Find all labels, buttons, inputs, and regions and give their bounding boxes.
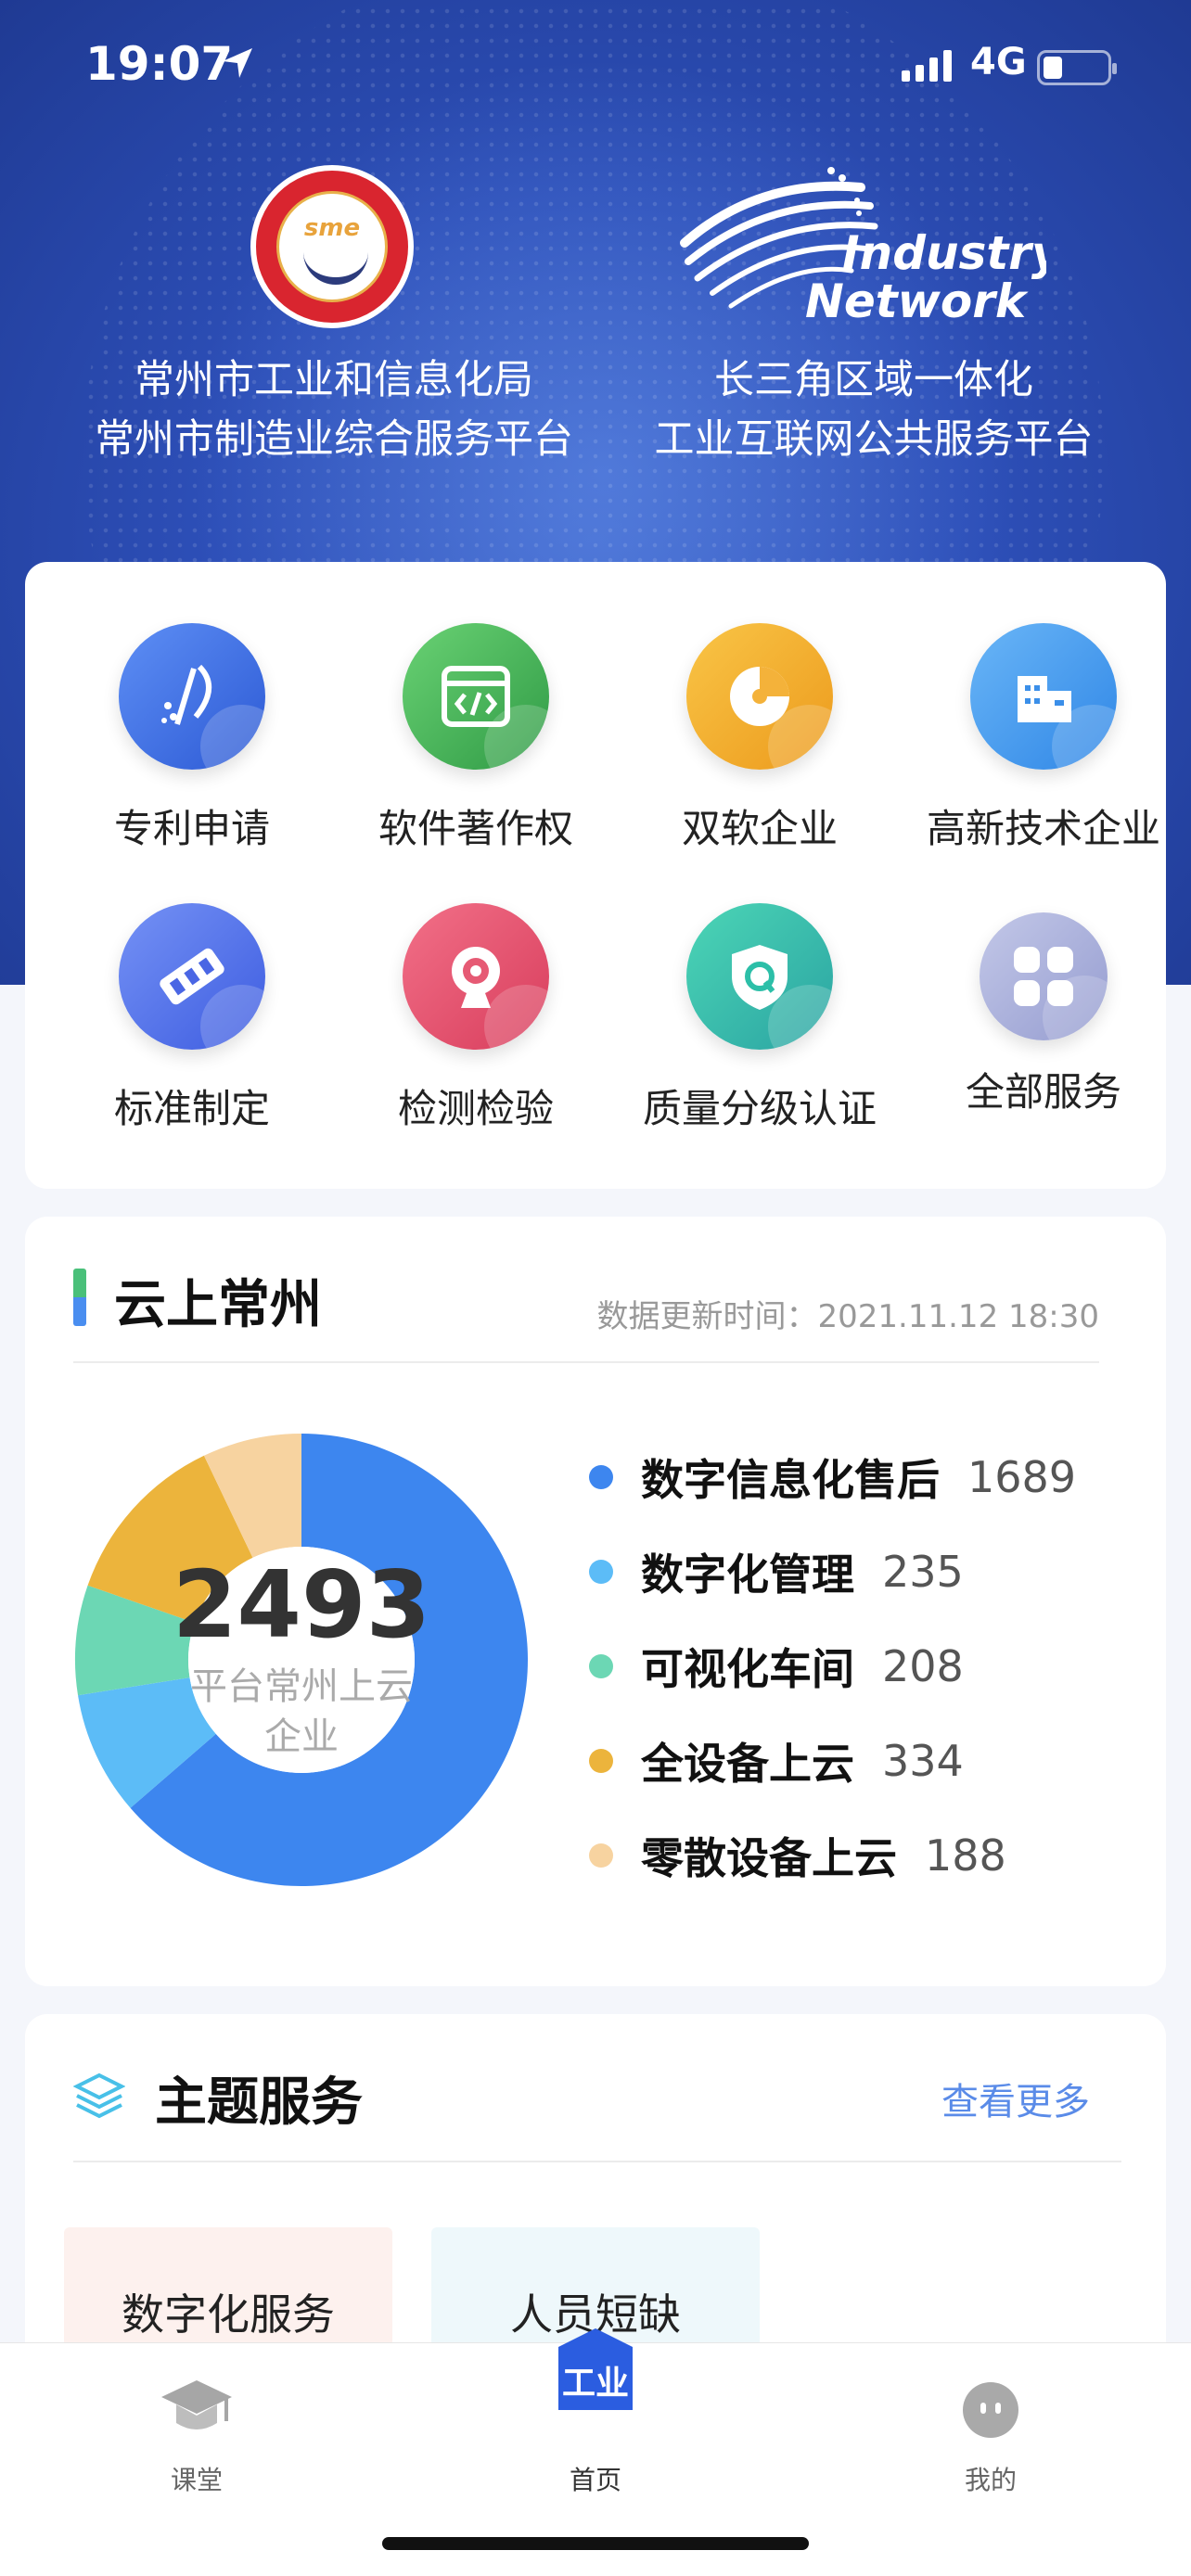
view-more-link[interactable]: 查看更多 <box>941 2072 1090 2125</box>
legend-value: 1689 <box>967 1452 1077 1502</box>
service-label: 高新技术企业 <box>926 806 1160 851</box>
home-gongye-icon: 工业 <box>555 2325 636 2417</box>
status-bar: 19:07 4G <box>0 37 1191 102</box>
right-caption-line-2: 工业互联网公共服务平台 <box>654 416 1094 463</box>
building-icon <box>970 623 1117 770</box>
industry-logo-text-2: Network <box>805 274 1029 328</box>
donut-chart <box>75 1434 528 1886</box>
service-high-tech[interactable]: 高新技术企业 <box>923 623 1164 854</box>
grid-icon <box>980 912 1108 1040</box>
graduation-cap-icon <box>161 2380 232 2429</box>
legend-value: 208 <box>882 1641 964 1691</box>
legend-dot <box>589 1654 613 1678</box>
tab-label: 我的 <box>964 2465 1017 2495</box>
pie-icon <box>686 623 833 770</box>
legend-item: 零散设备上云 188 <box>589 1808 1076 1903</box>
legend-item: 可视化车间 208 <box>589 1619 1076 1714</box>
tab-label: 课堂 <box>170 2465 223 2495</box>
services-card: 专利申请 软件著作权 双软企业 高新技术企业 标准制定 检测检验 质量分级认证 … <box>25 562 1166 1189</box>
patent-icon <box>119 623 265 770</box>
location-arrow-icon <box>223 48 252 78</box>
service-label: 检测检验 <box>397 1086 554 1131</box>
tab-classroom[interactable]: 课堂 <box>104 2358 289 2495</box>
donut-center-label: 平台常州上云企业 <box>190 1665 413 1758</box>
service-patent[interactable]: 专利申请 <box>71 623 313 854</box>
donut-center-value: 2493 <box>172 1550 431 1659</box>
chart-legend: 数字信息化售后 1689 数字化管理 235 可视化车间 208 全设备上云 334 零散设备上… <box>589 1430 1076 1903</box>
code-icon <box>403 623 549 770</box>
legend-label: 全设备上云 <box>641 1739 854 1789</box>
topic-title: 主题服务 <box>155 2072 363 2133</box>
left-caption: 常州市工业和信息化局 常州市制造业综合服务平台 <box>65 351 603 469</box>
cloud-title: 云上常州 <box>114 1275 322 1335</box>
industry-network-logo: Industry Network <box>680 167 1046 328</box>
service-label: 标准制定 <box>113 1086 270 1131</box>
legend-dot <box>589 1560 613 1584</box>
camera-icon <box>403 903 549 1050</box>
legend-value: 334 <box>882 1736 964 1786</box>
right-caption-line-1: 长三角区域一体化 <box>714 357 1033 403</box>
legend-item: 数字化管理 235 <box>589 1524 1076 1619</box>
legend-dot <box>589 1749 613 1773</box>
legend-dot <box>589 1843 613 1868</box>
legend-value: 235 <box>882 1547 964 1597</box>
service-software-copyright[interactable]: 软件著作权 <box>355 623 596 854</box>
service-label: 双软企业 <box>681 806 838 851</box>
legend-label: 数字信息化售后 <box>641 1455 940 1505</box>
layers-icon <box>73 2072 125 2119</box>
industry-logo-text-1: Industry <box>842 226 1046 280</box>
service-label: 软件著作权 <box>378 806 573 851</box>
sme-logo-text: sme <box>303 214 361 242</box>
service-standard[interactable]: 标准制定 <box>71 903 313 1134</box>
service-label: 专利申请 <box>113 806 270 851</box>
legend-label: 可视化车间 <box>641 1644 854 1694</box>
legend-item: 全设备上云 334 <box>589 1714 1076 1808</box>
tab-label: 首页 <box>569 2465 621 2495</box>
update-time: 数据更新时间：2021.11.12 18:30 <box>596 1298 1099 1335</box>
legend-label: 零散设备上云 <box>641 1833 897 1883</box>
tab-home[interactable]: 工业 首页 <box>503 2325 688 2495</box>
left-caption-line-1: 常州市工业和信息化局 <box>134 357 533 403</box>
service-inspection[interactable]: 检测检验 <box>355 903 596 1134</box>
status-time: 19:07 <box>85 37 234 91</box>
service-double-software[interactable]: 双软企业 <box>639 623 880 854</box>
legend-value: 188 <box>925 1830 1006 1881</box>
service-label: 全部服务 <box>965 1069 1121 1115</box>
ruler-icon <box>119 903 265 1050</box>
legend-item: 数字信息化售后 1689 <box>589 1430 1076 1524</box>
legend-label: 数字化管理 <box>641 1549 854 1600</box>
service-quality-cert[interactable]: 质量分级认证 <box>639 903 880 1134</box>
battery-icon <box>1037 50 1117 85</box>
section-accent-bar <box>73 1269 86 1326</box>
divider <box>73 1361 1099 1363</box>
left-caption-line-2: 常州市制造业综合服务平台 <box>95 416 573 463</box>
service-all[interactable]: 全部服务 <box>923 903 1164 1117</box>
sme-logo: sme <box>250 165 414 328</box>
right-caption: 长三角区域一体化 工业互联网公共服务平台 <box>623 351 1124 469</box>
signal-icon <box>902 48 952 82</box>
legend-dot <box>589 1465 613 1489</box>
profile-icon <box>963 2382 1018 2438</box>
home-indicator <box>382 2537 809 2550</box>
home-badge-text: 工业 <box>561 2365 629 2403</box>
tab-mine[interactable]: 我的 <box>898 2358 1083 2495</box>
hand-mark <box>303 248 368 285</box>
network-type: 4G <box>970 41 1027 83</box>
divider <box>73 2161 1121 2162</box>
service-label: 质量分级认证 <box>642 1086 877 1131</box>
cloud-card: 云上常州 数据更新时间：2021.11.12 18:30 2493 平台常州上云… <box>25 1217 1166 1986</box>
shield-icon <box>686 903 833 1050</box>
